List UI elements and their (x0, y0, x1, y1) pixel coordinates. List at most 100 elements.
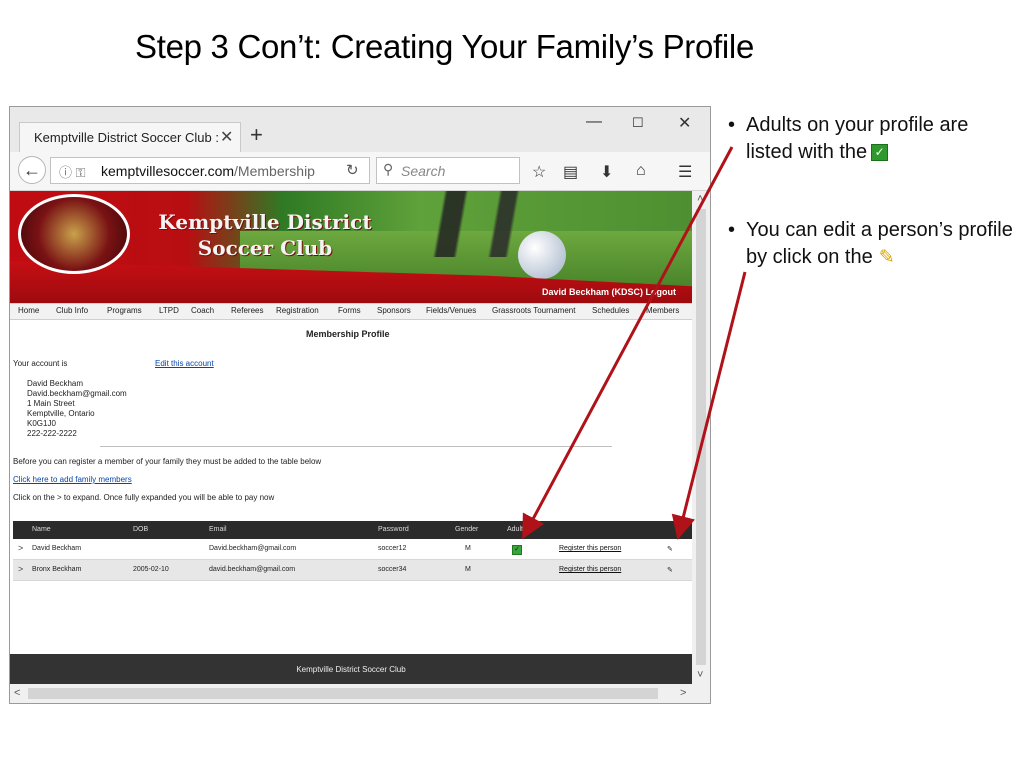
club-name-line1: Kemptville District (158, 210, 372, 234)
bullet-adults-text: Adults on your profile are listed with t… (746, 114, 969, 163)
account-street: 1 Main Street (27, 399, 75, 408)
horizontal-scroll-thumb[interactable] (28, 688, 658, 699)
table-row[interactable]: > David Beckham David.beckham@gmail.com … (13, 539, 692, 560)
pencil-icon: ✎ (878, 247, 895, 268)
search-input[interactable]: ⚲ Search (376, 157, 520, 184)
site-banner: Kemptville District Soccer Club David Be… (10, 191, 692, 303)
menu-registration[interactable]: Registration (276, 306, 319, 315)
vertical-scrollbar[interactable]: ˄ ˅ (692, 191, 710, 684)
menu-referees[interactable]: Referees (231, 306, 263, 315)
menu-club-info[interactable]: Club Info (56, 306, 88, 315)
menu-fields-venues[interactable]: Fields/Venues (426, 306, 476, 315)
menu-forms[interactable]: Forms (338, 306, 361, 315)
row-password: soccer34 (378, 566, 407, 573)
scroll-up-icon[interactable]: ˄ (697, 193, 703, 205)
scroll-down-icon[interactable]: ˅ (697, 669, 703, 681)
edit-pencil-icon[interactable]: ✎ (667, 566, 673, 574)
minimize-icon[interactable]: — (586, 113, 602, 131)
col-dob: DOB (133, 526, 149, 533)
row-name: David Beckham (32, 545, 82, 552)
scroll-right-icon[interactable]: > (680, 687, 686, 699)
menu-ltpd[interactable]: LTPD (159, 306, 179, 315)
row-gender: M (465, 545, 471, 552)
row-name: Bronx Beckham (32, 566, 82, 573)
bookmark-star-icon[interactable]: ☆ (532, 162, 546, 182)
account-label: Your account is (13, 359, 68, 368)
home-icon[interactable]: ⌂ (636, 162, 646, 180)
club-name: Kemptville District Soccer Club (140, 209, 390, 261)
close-window-icon[interactable]: ✕ (678, 113, 691, 133)
family-note: Before you can register a member of your… (13, 457, 322, 466)
browser-tab[interactable]: Kemptville District Soccer Club : ✕ (19, 122, 241, 152)
account-email: David.beckham@gmail.com (27, 389, 127, 398)
url-bar[interactable]: ⓘ ⚿ kemptvillesoccer.com/Membership (50, 157, 370, 184)
row-email: david.beckham@gmail.com (209, 566, 296, 573)
tab-title: Kemptville District Soccer Club : (34, 130, 219, 145)
add-family-link[interactable]: Click here to add family members (13, 475, 132, 484)
tab-bar: Kemptville District Soccer Club : ✕ + — … (10, 107, 710, 152)
user-logout[interactable]: David Beckham (KDSC) Logout (542, 287, 676, 297)
reading-list-icon[interactable]: ▤ (563, 162, 578, 182)
new-tab-icon[interactable]: + (250, 122, 263, 148)
url-domain: kemptvillesoccer.com (101, 163, 235, 179)
edit-pencil-icon[interactable]: ✎ (667, 545, 673, 553)
row-password: soccer12 (378, 545, 407, 552)
footer-text: Kemptville District Soccer Club (296, 665, 406, 674)
menu-grassroots[interactable]: Grassroots Tournament (492, 306, 575, 315)
page-viewport: Kemptville District Soccer Club David Be… (10, 191, 692, 684)
register-person-link[interactable]: Register this person (559, 545, 621, 552)
back-arrow-icon[interactable]: ← (18, 156, 46, 184)
account-phone: 222-222-2222 (27, 429, 77, 438)
url-path: /Membership (234, 163, 315, 179)
col-adult: Adult (507, 526, 523, 533)
search-placeholder: Search (401, 163, 446, 179)
slide-title: Step 3 Con’t: Creating Your Family’s Pro… (135, 28, 755, 65)
close-tab-icon[interactable]: ✕ (220, 127, 233, 147)
expand-chevron-icon[interactable]: > (18, 564, 23, 574)
account-city: Kemptville, Ontario (27, 409, 95, 418)
menu-members[interactable]: Members (646, 306, 679, 315)
divider (100, 446, 612, 447)
url-text: kemptvillesoccer.com/Membership (101, 163, 315, 179)
row-email: David.beckham@gmail.com (209, 545, 297, 552)
expand-note: Click on the > to expand. Once fully exp… (13, 493, 275, 502)
menu-coach[interactable]: Coach (191, 306, 214, 315)
col-name: Name (32, 526, 51, 533)
menu-sponsors[interactable]: Sponsors (377, 306, 411, 315)
col-password: Password (378, 526, 409, 533)
row-gender: M (465, 566, 471, 573)
reload-icon[interactable]: ↻ (346, 161, 359, 179)
family-table-header: Name DOB Email Password Gender Adult (13, 521, 692, 539)
club-logo[interactable] (18, 194, 130, 274)
adult-check-icon: ✓ (512, 545, 522, 555)
site-footer: Kemptville District Soccer Club (10, 654, 692, 684)
menu-schedules[interactable]: Schedules (592, 306, 629, 315)
site-menu: Home Club Info Programs LTPD Coach Refer… (10, 303, 692, 320)
menu-hamburger-icon[interactable]: ☰ (678, 162, 692, 182)
club-name-line2: Soccer Club (197, 236, 333, 260)
maximize-icon[interactable]: ☐ (632, 115, 644, 131)
col-gender: Gender (455, 526, 479, 533)
vertical-scroll-thumb[interactable] (696, 209, 706, 665)
download-icon[interactable]: ⬇ (600, 162, 613, 182)
checkmark-icon: ✓ (871, 144, 889, 161)
col-email: Email (209, 526, 227, 533)
browser-window: Kemptville District Soccer Club : ✕ + — … (9, 106, 711, 704)
horizontal-scrollbar[interactable]: < > (10, 684, 710, 703)
table-row[interactable]: > Bronx Beckham 2005-02-10 david.beckham… (13, 560, 692, 581)
nav-bar: ← ⓘ ⚿ kemptvillesoccer.com/Membership ↻ … (10, 152, 710, 191)
menu-home[interactable]: Home (18, 306, 39, 315)
page-heading: Membership Profile (306, 329, 390, 339)
edit-account-link[interactable]: Edit this account (155, 359, 214, 368)
account-name: David Beckham (27, 379, 84, 388)
soccer-ball-icon (518, 231, 566, 279)
register-person-link[interactable]: Register this person (559, 566, 621, 573)
expand-chevron-icon[interactable]: > (18, 543, 23, 553)
search-icon: ⚲ (383, 161, 394, 177)
site-info-icon[interactable]: ⓘ ⚿ (59, 162, 86, 181)
row-dob: 2005-02-10 (133, 566, 169, 573)
account-postal: K0G1J0 (27, 419, 56, 428)
menu-programs[interactable]: Programs (107, 306, 142, 315)
scroll-left-icon[interactable]: < (14, 687, 20, 699)
bullet-edit: You can edit a person’s profile by click… (728, 217, 1018, 271)
